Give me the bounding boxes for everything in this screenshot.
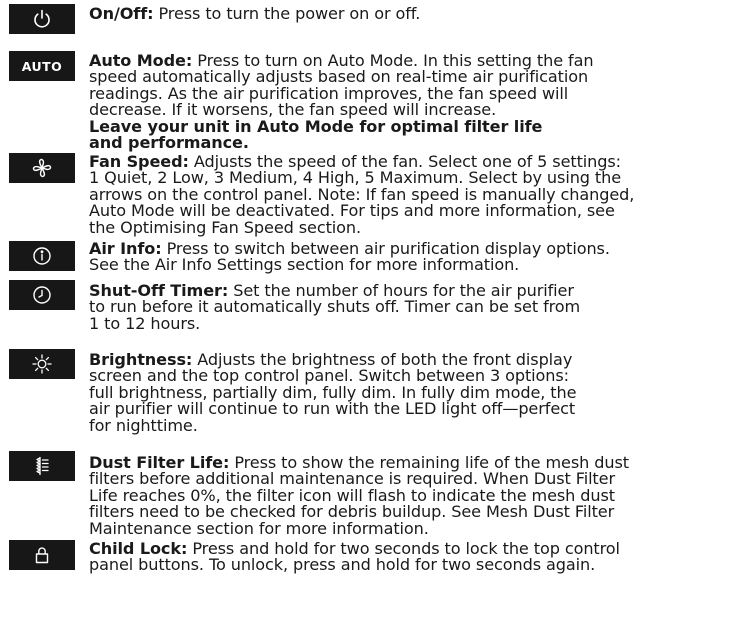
clock-icon: [9, 280, 75, 310]
item-text: panel buttons. To unlock, press and hold…: [89, 555, 596, 575]
item-text: See the Air Info Settings section for mo…: [89, 255, 520, 275]
item-note: and performance.: [89, 133, 249, 153]
auto-icon: AUTO: [9, 51, 75, 81]
auto-icon-label: AUTO: [21, 58, 63, 74]
item-text: the Optimising Fan Speed section.: [89, 217, 362, 237]
brightness-icon: [9, 349, 75, 379]
item-text: Maintenance section for more information…: [89, 518, 429, 538]
filter-icon: [9, 451, 75, 481]
fan-icon: [9, 153, 75, 183]
lock-icon: [9, 540, 75, 570]
item-text: 1 to 12 hours.: [89, 313, 201, 333]
item-text: Press to turn the power on or off.: [158, 4, 421, 23]
item-title: On/Off:: [89, 4, 154, 23]
power-icon: [9, 4, 75, 34]
item-text: for nighttime.: [89, 415, 198, 435]
info-icon: [9, 241, 75, 271]
